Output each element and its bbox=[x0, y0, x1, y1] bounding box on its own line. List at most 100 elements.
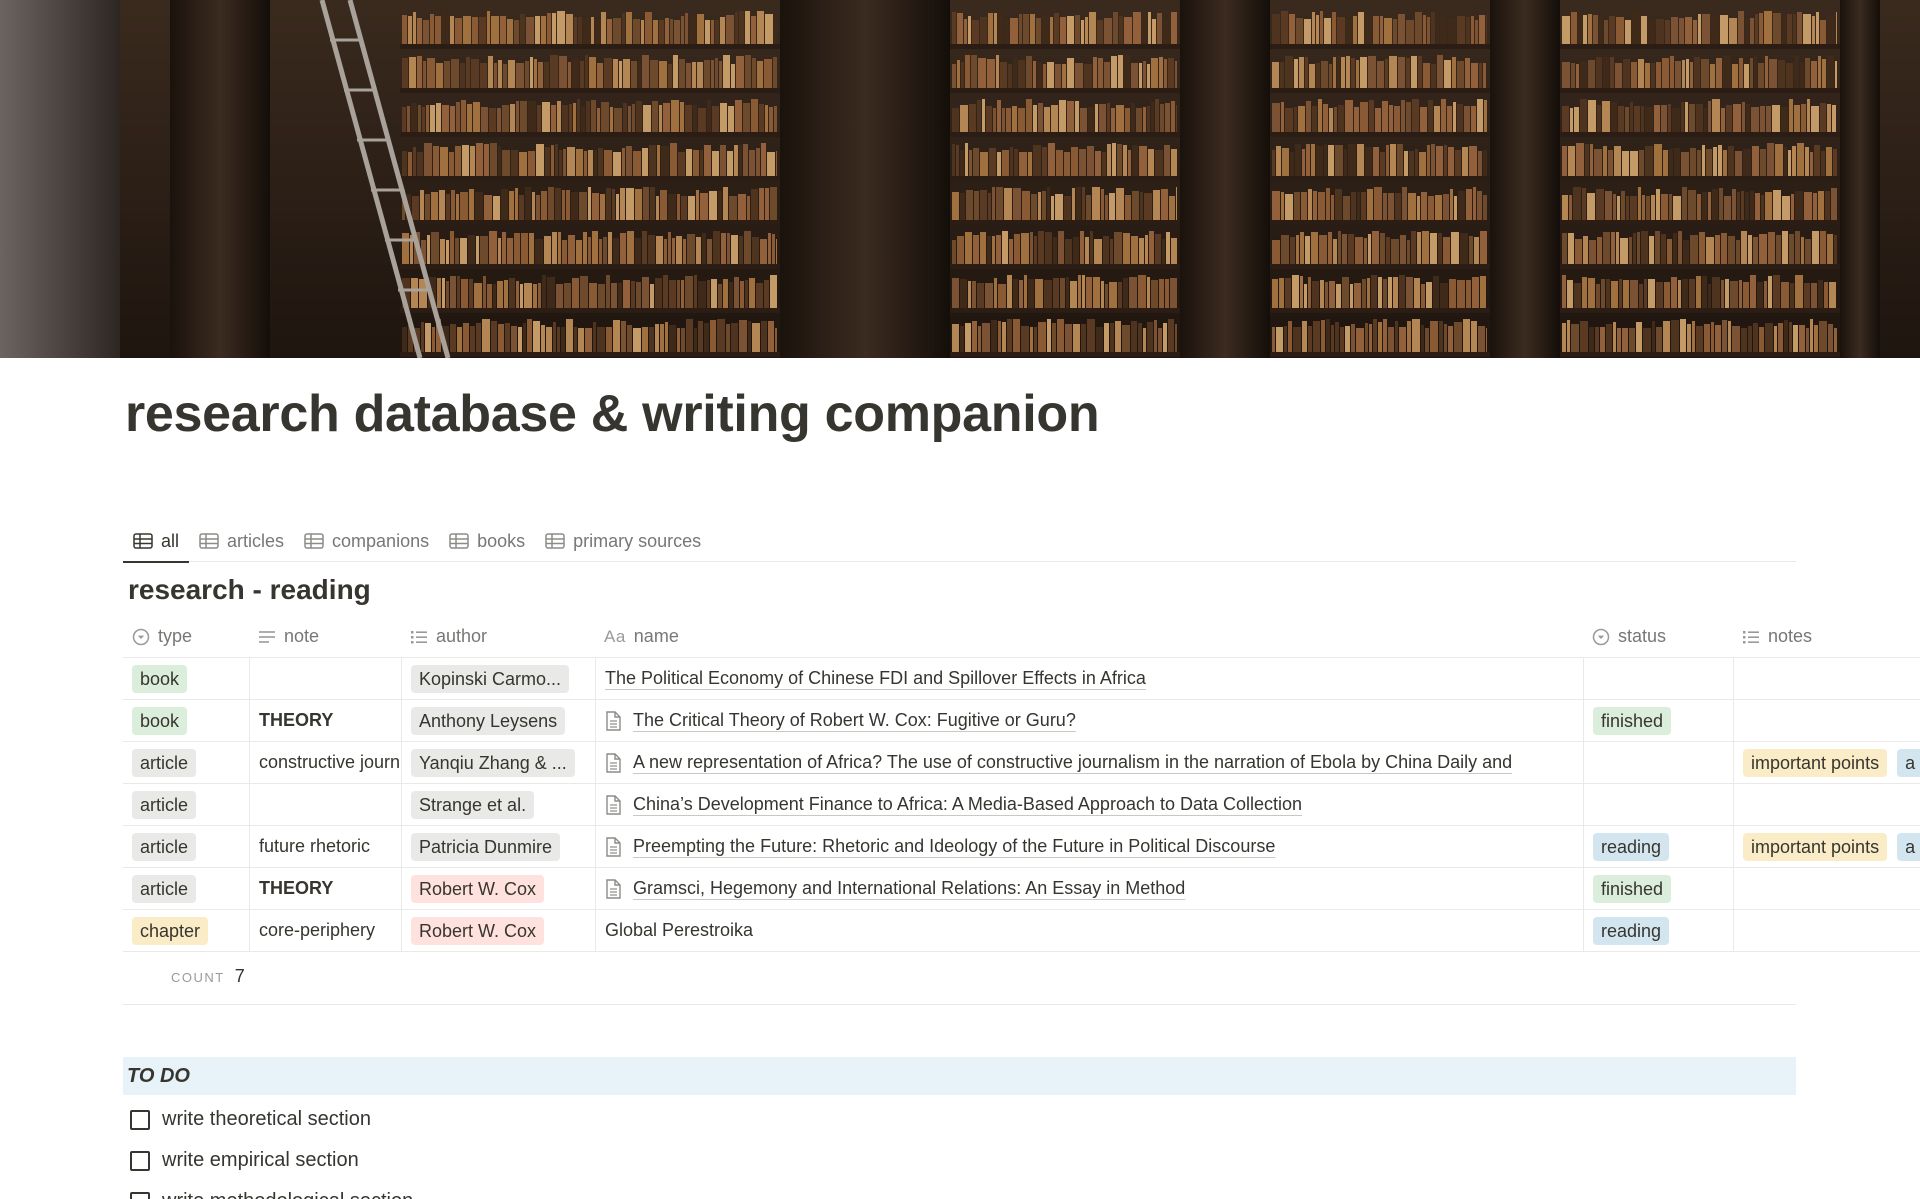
table-row[interactable]: book Kopinski Carmo... The Political Eco… bbox=[123, 658, 1920, 700]
name-cell[interactable]: The Political Economy of Chinese FDI and… bbox=[595, 658, 1583, 699]
notes-cell[interactable] bbox=[1733, 658, 1920, 699]
notes-cell[interactable] bbox=[1733, 910, 1920, 951]
name-cell[interactable]: China’s Development Finance to Africa: A… bbox=[595, 784, 1583, 825]
document-icon bbox=[606, 878, 621, 899]
author-cell[interactable]: Patricia Dunmire bbox=[401, 826, 595, 867]
status-cell[interactable]: finished bbox=[1583, 700, 1733, 741]
status-cell[interactable] bbox=[1583, 784, 1733, 825]
author-cell[interactable]: Yanqiu Zhang & ... bbox=[401, 742, 595, 783]
status-cell[interactable] bbox=[1583, 658, 1733, 699]
todo-checkbox[interactable] bbox=[130, 1150, 150, 1171]
notes-cell[interactable] bbox=[1733, 784, 1920, 825]
column-header-type[interactable]: type bbox=[123, 616, 249, 657]
table-row[interactable]: article constructive journ Yanqiu Zhang … bbox=[123, 742, 1920, 784]
notes-cell[interactable] bbox=[1733, 700, 1920, 741]
note-text: core-periphery bbox=[259, 920, 376, 940]
type-cell[interactable]: book bbox=[123, 700, 249, 741]
status-tag: reading bbox=[1593, 916, 1670, 945]
status-cell[interactable]: reading bbox=[1583, 910, 1733, 951]
divider bbox=[123, 1004, 1796, 1005]
author-tag: Robert W. Cox bbox=[411, 874, 545, 903]
type-tag: book bbox=[132, 664, 188, 693]
document-icon bbox=[606, 710, 621, 731]
column-label: notes bbox=[1768, 626, 1813, 646]
row-title-link[interactable]: The Political Economy of Chinese FDI and… bbox=[605, 668, 1146, 689]
note-text: THEORY bbox=[259, 710, 334, 730]
count-label: COUNT bbox=[171, 970, 225, 985]
author-cell[interactable]: Robert W. Cox bbox=[401, 868, 595, 909]
author-cell[interactable]: Robert W. Cox bbox=[401, 910, 595, 951]
table-row[interactable]: article future rhetoric Patricia Dunmire… bbox=[123, 826, 1920, 868]
tab-all[interactable]: all bbox=[123, 520, 190, 563]
type-cell[interactable]: article bbox=[123, 868, 249, 909]
type-cell[interactable]: chapter bbox=[123, 910, 249, 951]
todo-label[interactable]: write empirical section bbox=[162, 1149, 359, 1172]
row-title-link[interactable]: The Critical Theory of Robert W. Cox: Fu… bbox=[633, 710, 1076, 731]
column-label: name bbox=[633, 626, 679, 646]
row-title-link[interactable]: China’s Development Finance to Africa: A… bbox=[633, 794, 1302, 815]
document-icon bbox=[606, 836, 621, 857]
status-cell[interactable]: finished bbox=[1583, 868, 1733, 909]
note-text: future rhetoric bbox=[259, 836, 371, 856]
author-tag: Kopinski Carmo... bbox=[411, 664, 570, 693]
column-header-notes[interactable]: notes bbox=[1733, 616, 1920, 657]
name-cell[interactable]: Gramsci, Hegemony and International Rela… bbox=[595, 868, 1583, 909]
todo-label[interactable]: write methodological section bbox=[162, 1190, 413, 1199]
author-tag: Patricia Dunmire bbox=[411, 832, 561, 861]
type-cell[interactable]: article bbox=[123, 742, 249, 783]
column-header-status[interactable]: status bbox=[1583, 616, 1733, 657]
row-title-link[interactable]: Global Perestroika bbox=[605, 920, 753, 941]
note-cell[interactable] bbox=[249, 784, 401, 825]
tab-books[interactable]: books bbox=[439, 520, 535, 562]
notes-cell[interactable]: important points a bbox=[1733, 826, 1920, 867]
type-tag: article bbox=[132, 748, 197, 777]
author-cell[interactable]: Kopinski Carmo... bbox=[401, 658, 595, 699]
row-title-link[interactable]: A new representation of Africa? The use … bbox=[633, 752, 1512, 773]
note-cell[interactable]: core-periphery bbox=[249, 910, 401, 951]
row-title-link[interactable]: Preempting the Future: Rhetoric and Ideo… bbox=[633, 836, 1275, 857]
column-header-author[interactable]: author bbox=[401, 616, 595, 657]
type-cell[interactable]: book bbox=[123, 658, 249, 699]
table-row[interactable]: article Strange et al. China’s Developme… bbox=[123, 784, 1920, 826]
table-row[interactable]: chapter core-periphery Robert W. Cox Glo… bbox=[123, 910, 1920, 952]
name-cell[interactable]: Global Perestroika bbox=[595, 910, 1583, 951]
type-cell[interactable]: article bbox=[123, 784, 249, 825]
todo-checkbox[interactable] bbox=[130, 1191, 150, 1199]
author-tag: Yanqiu Zhang & ... bbox=[411, 748, 575, 777]
row-count[interactable]: COUNT 7 bbox=[171, 966, 245, 987]
status-cell[interactable]: reading bbox=[1583, 826, 1733, 867]
name-cell[interactable]: Preempting the Future: Rhetoric and Ideo… bbox=[595, 826, 1583, 867]
notes-cell[interactable] bbox=[1733, 868, 1920, 909]
library-cover-illustration bbox=[0, 0, 1920, 358]
database-title[interactable]: research - reading bbox=[128, 574, 371, 606]
column-header-name[interactable]: Aa name bbox=[595, 616, 1583, 657]
column-label: author bbox=[436, 626, 488, 646]
table-row[interactable]: book THEORY Anthony Leysens The Critical… bbox=[123, 700, 1920, 742]
note-cell[interactable]: constructive journ bbox=[249, 742, 401, 783]
note-cell[interactable] bbox=[249, 658, 401, 699]
database-table: type note author Aa name status notes bo… bbox=[123, 616, 1920, 952]
type-tag: article bbox=[132, 874, 197, 903]
column-header-note[interactable]: note bbox=[249, 616, 401, 657]
notes-cell[interactable]: important points a bbox=[1733, 742, 1920, 783]
author-cell[interactable]: Strange et al. bbox=[401, 784, 595, 825]
name-cell[interactable]: A new representation of Africa? The use … bbox=[595, 742, 1583, 783]
multi-select-icon bbox=[411, 630, 427, 643]
todo-label[interactable]: write theoretical section bbox=[162, 1108, 371, 1131]
note-cell[interactable]: THEORY bbox=[249, 700, 401, 741]
status-cell[interactable] bbox=[1583, 742, 1733, 783]
row-title-link[interactable]: Gramsci, Hegemony and International Rela… bbox=[633, 878, 1185, 899]
tab-label: primary sources bbox=[573, 530, 702, 551]
author-cell[interactable]: Anthony Leysens bbox=[401, 700, 595, 741]
tab-primary-sources[interactable]: primary sources bbox=[535, 520, 711, 562]
select-icon bbox=[132, 628, 150, 645]
tab-articles[interactable]: articles bbox=[189, 520, 294, 562]
type-tag: article bbox=[132, 790, 197, 819]
note-cell[interactable]: future rhetoric bbox=[249, 826, 401, 867]
type-cell[interactable]: article bbox=[123, 826, 249, 867]
tab-companions[interactable]: companions bbox=[294, 520, 439, 562]
note-cell[interactable]: THEORY bbox=[249, 868, 401, 909]
table-row[interactable]: article THEORY Robert W. Cox Gramsci, He… bbox=[123, 868, 1920, 910]
name-cell[interactable]: The Critical Theory of Robert W. Cox: Fu… bbox=[595, 700, 1583, 741]
todo-checkbox[interactable] bbox=[130, 1109, 150, 1130]
